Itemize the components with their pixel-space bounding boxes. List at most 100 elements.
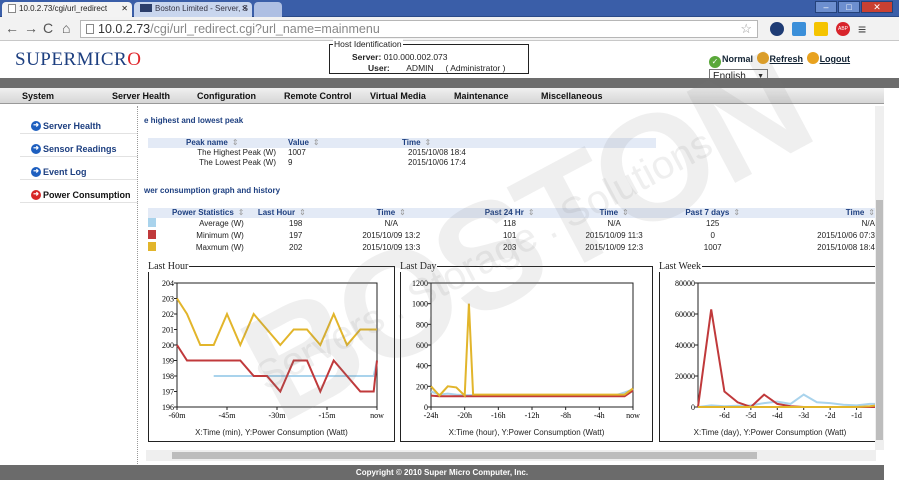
- last-week-plot: 0 20000 40000 60000 80000 -6d -5d -4d -3d -2d -1d: [675, 279, 884, 420]
- chart-caption: X:Time (hour), Y:Power Consumption (Watt…: [448, 428, 605, 437]
- sidebar-item-sensor-readings[interactable]: ➜ Sensor Readings: [20, 136, 138, 157]
- series-line: [430, 303, 634, 398]
- sidebar-item-power-consumption[interactable]: ➜ Power Consumption: [20, 182, 138, 203]
- x-tick-label: -5d: [746, 411, 757, 420]
- page-header: SUPERMICRO Host Identification Server: 0…: [0, 39, 899, 84]
- window-controls: – □ ✕: [814, 1, 893, 13]
- extension-icon[interactable]: [814, 22, 828, 36]
- user-row: User: ADMIN ( Administrator ): [368, 63, 506, 73]
- column-header[interactable]: Past 24 Hr ⇕: [448, 208, 571, 218]
- scrollbar-thumb[interactable]: [172, 452, 757, 459]
- table-row: The Highest Peak (W) 1007 2015/10/08 18:4: [197, 148, 466, 157]
- sort-icon: ⇕: [399, 208, 406, 217]
- page-icon: [8, 4, 16, 13]
- sort-icon: ⇕: [733, 208, 741, 217]
- url-host: 10.0.2.73: [98, 22, 151, 36]
- close-window-icon[interactable]: ✕: [861, 1, 893, 13]
- column-header[interactable]: Past 7 days ⇕: [657, 208, 768, 218]
- bookmark-star-icon[interactable]: ☆: [740, 21, 752, 37]
- x-tick-label: -3d: [798, 411, 809, 420]
- chart-title: Last Hour: [147, 261, 190, 272]
- nav-maintenance[interactable]: Maintenance: [454, 91, 509, 101]
- site-icon: [140, 4, 152, 12]
- series-line: [176, 297, 377, 348]
- column-header[interactable]: Time ⇕: [570, 208, 658, 218]
- minimize-icon[interactable]: –: [815, 1, 837, 13]
- sort-icon: ⇕: [622, 208, 629, 217]
- column-header[interactable]: Value ⇕: [288, 138, 402, 148]
- extension-icon[interactable]: [792, 22, 806, 36]
- x-tick-label: -6d: [719, 411, 730, 420]
- logout-icon[interactable]: [806, 52, 819, 64]
- sidebar-item-server-health[interactable]: ➜ Server Health: [20, 113, 138, 134]
- status-text: Normal: [722, 54, 754, 64]
- y-tick-label: 200: [416, 382, 428, 391]
- y-tick-label: 198: [162, 372, 174, 381]
- y-tick-label: 203: [162, 295, 174, 304]
- browser-tab-bar: 10.0.2.73/cgi/url_redirect ✕ Boston Limit…: [0, 0, 899, 17]
- host-identification-title: Host Identification: [333, 39, 403, 49]
- supermicro-logo: SUPERMICRO: [15, 49, 142, 70]
- y-tick-label: 800: [416, 320, 428, 329]
- power-section-title: wer consumption graph and history: [144, 186, 281, 195]
- url-input[interactable]: 10.0.2.73/cgi/url_redirect.cgi?url_name=…: [80, 20, 758, 38]
- forward-icon[interactable]: →: [24, 19, 38, 37]
- power-stats-table: Power Statistics ⇕ Last Hour ⇕ Time ⇕ Past …: [148, 208, 875, 254]
- table-row: Minimum (W) 197 2015/10/09 13:2 101 2015/10/…: [148, 230, 875, 242]
- sort-icon: ⇕: [231, 138, 239, 147]
- x-tick-label: now: [626, 411, 640, 420]
- y-tick-label: 199: [162, 357, 174, 366]
- maximize-icon[interactable]: □: [838, 1, 860, 13]
- address-bar-row: ← → C ⌂ 10.0.2.73/cgi/url_redirect.cgi?u…: [0, 17, 899, 41]
- last-day-plot: 020040060080010001200-24h -20h -16h -12h -8h…: [412, 279, 640, 420]
- peak-section-title: e highest and lowest peak: [144, 116, 244, 125]
- column-header[interactable]: Last Hour ⇕: [257, 208, 334, 218]
- host-identification-box: Host Identification Server: 010.000.002.…: [329, 39, 529, 74]
- close-tab-icon[interactable]: ✕: [241, 2, 248, 16]
- vertical-scrollbar[interactable]: [875, 106, 884, 450]
- status-ok-icon: ✓: [709, 56, 721, 68]
- plot-frame: [697, 282, 884, 408]
- chart-caption: X:Time (min), Y:Power Consumption (Watt): [195, 428, 348, 437]
- scrollbar-thumb[interactable]: [876, 200, 883, 440]
- table-row: The Lowest Peak (W) 9 2015/10/06 17:4: [199, 158, 466, 167]
- browser-tab-active[interactable]: 10.0.2.73/cgi/url_redirect ✕: [2, 2, 132, 17]
- nav-system[interactable]: System: [22, 91, 54, 101]
- logout-link[interactable]: Logout: [820, 54, 851, 64]
- sidebar-item-event-log[interactable]: ➜ Event Log: [20, 159, 138, 180]
- nav-server-health[interactable]: Server Health: [112, 91, 170, 101]
- refresh-icon[interactable]: [756, 52, 769, 64]
- menu-icon[interactable]: ≡: [858, 21, 866, 37]
- arrow-circle-icon: ➜: [31, 121, 41, 131]
- horizontal-scrollbar[interactable]: [146, 450, 876, 461]
- home-icon[interactable]: ⌂: [62, 19, 70, 37]
- peak-table: Peak name ⇕ Value ⇕ Time ⇕ The Highest Peak…: [148, 138, 656, 168]
- refresh-link[interactable]: Refresh: [770, 54, 804, 64]
- chart-last-hour: Last Hour 196 197 198 199 200 201 202 203 204 -60…: [147, 261, 395, 442]
- nav-remote-control[interactable]: Remote Control: [284, 91, 352, 101]
- column-header[interactable]: Power Statistics ⇕: [157, 208, 258, 218]
- arrow-circle-icon: ➜: [31, 190, 41, 200]
- series-swatch: [148, 218, 156, 227]
- column-header[interactable]: Peak name ⇕: [148, 138, 288, 148]
- extension-icon[interactable]: [770, 22, 784, 36]
- y-tick-label: 20000: [675, 372, 695, 381]
- column-header[interactable]: Time ⇕: [402, 138, 656, 148]
- nav-miscellaneous[interactable]: Miscellaneous: [541, 91, 603, 101]
- close-tab-icon[interactable]: ✕: [121, 2, 128, 16]
- x-tick-label: -4h: [594, 411, 605, 420]
- new-tab-button[interactable]: [254, 2, 282, 17]
- back-icon[interactable]: ←: [5, 19, 19, 37]
- column-header[interactable]: Time ⇕: [333, 208, 449, 218]
- column-header[interactable]: Time ⇕: [767, 208, 875, 218]
- reload-icon[interactable]: C: [43, 19, 53, 37]
- tab-label: Boston Limited - Server, S: [155, 4, 248, 13]
- x-tick-label: -45m: [219, 411, 237, 420]
- nav-configuration[interactable]: Configuration: [197, 91, 256, 101]
- y-tick-label: 0: [691, 403, 695, 412]
- browser-tab[interactable]: Boston Limited - Server, S ✕: [134, 2, 252, 17]
- adblock-icon[interactable]: ABP: [836, 22, 850, 36]
- x-tick-label: -24h: [424, 411, 439, 420]
- nav-virtual-media[interactable]: Virtual Media: [370, 91, 426, 101]
- chart-title: Last Week: [658, 261, 703, 272]
